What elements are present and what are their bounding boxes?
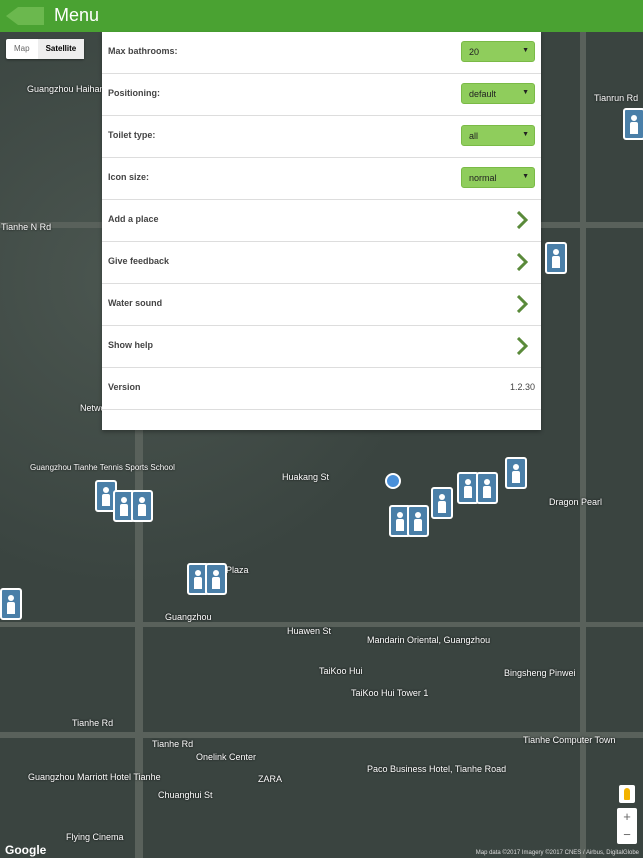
- caret-down-icon: ▼: [522, 131, 529, 138]
- map-label: Bingsheng Pinwei: [504, 668, 576, 678]
- row-label: Give feedback: [108, 256, 170, 266]
- map-label: TaiKoo Hui Tower 1: [351, 688, 429, 698]
- menu-link-water-sound[interactable]: Water sound: [102, 284, 541, 326]
- map-label: Tianhe N Rd: [1, 222, 52, 232]
- row-label: Water sound: [108, 298, 163, 308]
- map-label: Tianhe Rd: [152, 739, 194, 749]
- menu-row-max-bathrooms: Max bathrooms: 20 ▼: [102, 32, 541, 74]
- map-label: Plaza: [226, 565, 249, 575]
- toilet-pin-icon[interactable]: [407, 505, 429, 537]
- row-label: Add a place: [108, 214, 159, 224]
- menu-link-add-place[interactable]: Add a place: [102, 200, 541, 242]
- menu-link-give-feedback[interactable]: Give feedback: [102, 242, 541, 284]
- menu-row-toilet-type: Toilet type: all ▼: [102, 116, 541, 158]
- toilet-pin-icon[interactable]: [205, 563, 227, 595]
- map-label: ZARA: [258, 774, 283, 784]
- google-logo: Google: [5, 843, 47, 857]
- menu-row-version: Version 1.2.30: [102, 368, 541, 410]
- page-title: Menu: [54, 5, 100, 25]
- row-label: Show help: [108, 340, 153, 350]
- toilet-pin-icon[interactable]: [131, 490, 153, 522]
- pegman-icon[interactable]: [619, 785, 635, 803]
- map-label: Tianhe Computer Town: [523, 735, 616, 745]
- chevron-right-icon: [517, 337, 528, 355]
- back-arrow-icon[interactable]: [4, 6, 44, 26]
- current-location-icon: [385, 473, 401, 489]
- toilet-type-select[interactable]: all ▼: [461, 125, 535, 146]
- toilet-pin-icon[interactable]: [623, 108, 643, 140]
- chevron-right-icon: [517, 211, 528, 229]
- version-value: 1.2.30: [509, 382, 535, 392]
- toilet-pin-icon[interactable]: [545, 242, 567, 274]
- positioning-select[interactable]: default ▼: [461, 83, 535, 104]
- map-label: Guangzhou: [165, 612, 212, 622]
- select-value: all: [469, 131, 479, 141]
- map-attribution[interactable]: Map data ©2017 Imagery ©2017 CNES / Airb…: [476, 850, 639, 856]
- toilet-pin-icon[interactable]: [476, 472, 498, 504]
- map-label: Dragon Pearl: [549, 497, 603, 507]
- row-label: Max bathrooms:: [108, 46, 178, 56]
- select-value: normal: [469, 173, 497, 183]
- zoom-control: + −: [617, 808, 637, 844]
- chevron-right-icon: [517, 253, 528, 271]
- select-value: default: [469, 89, 497, 99]
- map-label: Tianhe Rd: [72, 718, 114, 728]
- map-label: Guangzhou Tianhe Tennis Sports School: [30, 463, 175, 472]
- menu-panel: Max bathrooms: 20 ▼ Positioning: default…: [102, 32, 541, 430]
- map-label: Mandarin Oriental, Guangzhou: [367, 635, 491, 645]
- map-label: Chuanghui St: [158, 790, 213, 800]
- zoom-in-button[interactable]: +: [617, 808, 637, 826]
- map-type-satellite-button[interactable]: Satellite: [37, 39, 85, 59]
- toilet-pin-icon[interactable]: [0, 588, 22, 620]
- max-bathrooms-select[interactable]: 20 ▼: [461, 41, 535, 62]
- toilet-pin-icon[interactable]: [505, 457, 527, 489]
- caret-down-icon: ▼: [522, 173, 529, 180]
- caret-down-icon: ▼: [522, 47, 529, 54]
- menu-link-show-help[interactable]: Show help: [102, 326, 541, 368]
- map-type-map-button[interactable]: Map: [6, 39, 38, 59]
- map-label: TaiKoo Hui: [319, 666, 363, 676]
- map-label: Tianrun Rd: [594, 93, 639, 103]
- caret-down-icon: ▼: [522, 89, 529, 96]
- icon-size-select[interactable]: normal ▼: [461, 167, 535, 188]
- zoom-out-button[interactable]: −: [617, 826, 637, 844]
- menu-row-icon-size: Icon size: normal ▼: [102, 158, 541, 200]
- menu-row-positioning: Positioning: default ▼: [102, 74, 541, 116]
- map-label: Huawen St: [287, 626, 332, 636]
- row-label: Toilet type:: [108, 130, 156, 140]
- toilet-pin-icon[interactable]: [431, 487, 453, 519]
- map-type-switch: Map Satellite: [6, 39, 85, 59]
- top-bar: Menu: [0, 0, 643, 32]
- map-label: Paco Business Hotel, Tianhe Road: [367, 764, 507, 774]
- chevron-right-icon: [517, 295, 528, 313]
- version-label: Version: [108, 382, 141, 392]
- row-label: Icon size:: [108, 172, 150, 182]
- map-label: Guangzhou Marriott Hotel Tianhe: [28, 772, 161, 782]
- map-label: Flying Cinema: [66, 832, 124, 842]
- row-label: Positioning:: [108, 88, 160, 98]
- map-label: Onelink Center: [196, 752, 257, 762]
- select-value: 20: [469, 47, 480, 57]
- map-label: Huakang St: [282, 472, 330, 482]
